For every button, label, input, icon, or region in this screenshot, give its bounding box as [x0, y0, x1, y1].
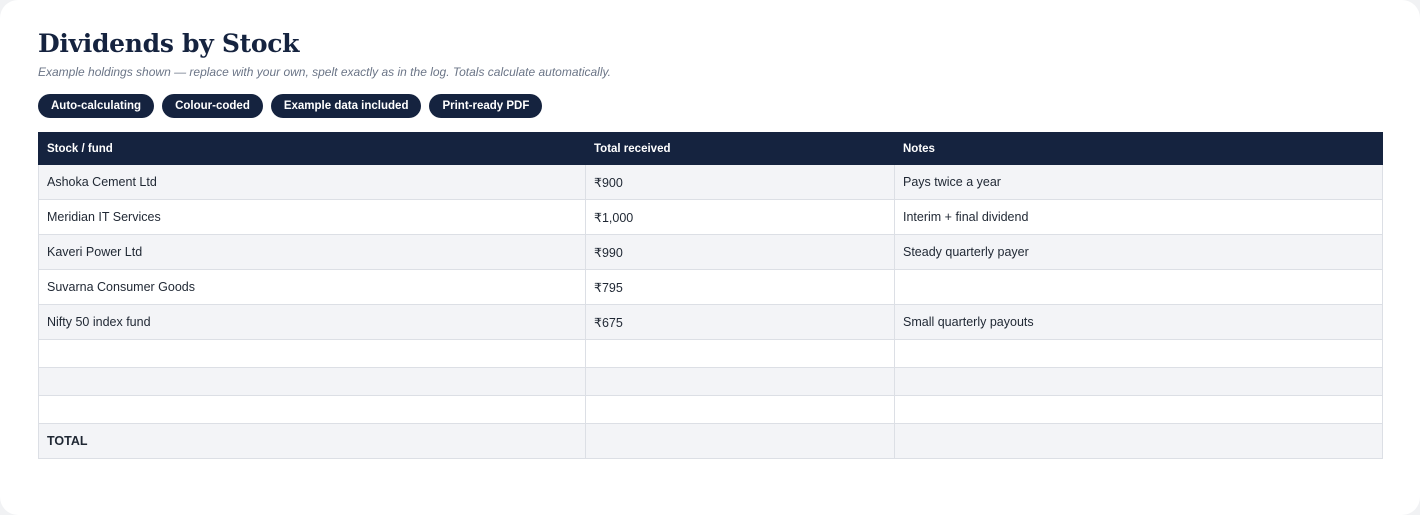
badge-print-ready-pdf: Print-ready PDF	[429, 94, 543, 118]
table-header-row: Stock / fund Total received Notes	[38, 132, 1383, 165]
stock-cell[interactable]: Meridian IT Services	[38, 199, 586, 235]
notes-cell[interactable]: Steady quarterly payer	[894, 234, 1383, 270]
table-row: Ashoka Cement Ltd ₹900 Pays twice a year	[38, 164, 1383, 200]
notes-cell[interactable]: Pays twice a year	[894, 164, 1383, 200]
stock-cell[interactable]: Suvarna Consumer Goods	[38, 269, 586, 305]
total-cell[interactable]: ₹795	[585, 269, 895, 305]
total-cell[interactable]: ₹675	[585, 304, 895, 340]
page-title: Dividends by Stock	[38, 29, 300, 58]
table-row: Suvarna Consumer Goods ₹795	[38, 269, 1383, 305]
notes-cell[interactable]: Interim + final dividend	[894, 199, 1383, 235]
table-row: Meridian IT Services ₹1,000 Interim + fi…	[38, 199, 1383, 235]
empty-row	[38, 339, 1383, 368]
total-value-cell	[585, 423, 895, 459]
total-cell[interactable]: ₹900	[585, 164, 895, 200]
total-label: TOTAL	[38, 423, 586, 459]
total-row: TOTAL	[38, 423, 1383, 459]
column-header-notes: Notes	[894, 132, 1383, 165]
feature-badges: Auto-calculating Colour-coded Example da…	[38, 94, 543, 118]
badge-colour-coded: Colour-coded	[162, 94, 263, 118]
stock-cell[interactable]	[38, 395, 586, 424]
total-cell[interactable]	[585, 339, 895, 368]
notes-cell[interactable]	[894, 395, 1383, 424]
badge-auto-calculating: Auto-calculating	[38, 94, 155, 118]
total-cell[interactable]	[585, 395, 895, 424]
page-card: Dividends by Stock Example holdings show…	[0, 0, 1420, 515]
table-row: Nifty 50 index fund ₹675 Small quarterly…	[38, 304, 1383, 340]
table-row: Kaveri Power Ltd ₹990 Steady quarterly p…	[38, 234, 1383, 270]
total-cell[interactable]	[585, 367, 895, 396]
dividends-table: Stock / fund Total received Notes Ashoka…	[38, 132, 1383, 459]
notes-cell[interactable]: Small quarterly payouts	[894, 304, 1383, 340]
notes-cell[interactable]	[894, 269, 1383, 305]
stock-cell[interactable]	[38, 339, 586, 368]
empty-row	[38, 395, 1383, 424]
stock-cell[interactable]	[38, 367, 586, 396]
column-header-total: Total received	[585, 132, 895, 165]
notes-cell[interactable]	[894, 367, 1383, 396]
stock-cell[interactable]: Nifty 50 index fund	[38, 304, 586, 340]
stock-cell[interactable]: Ashoka Cement Ltd	[38, 164, 586, 200]
empty-row	[38, 367, 1383, 396]
column-header-stock: Stock / fund	[38, 132, 586, 165]
badge-example-data: Example data included	[270, 94, 422, 118]
stock-cell[interactable]: Kaveri Power Ltd	[38, 234, 586, 270]
page-subtitle: Example holdings shown — replace with yo…	[38, 65, 611, 79]
total-cell[interactable]: ₹1,000	[585, 199, 895, 235]
total-notes-cell	[894, 423, 1383, 459]
total-cell[interactable]: ₹990	[585, 234, 895, 270]
notes-cell[interactable]	[894, 339, 1383, 368]
